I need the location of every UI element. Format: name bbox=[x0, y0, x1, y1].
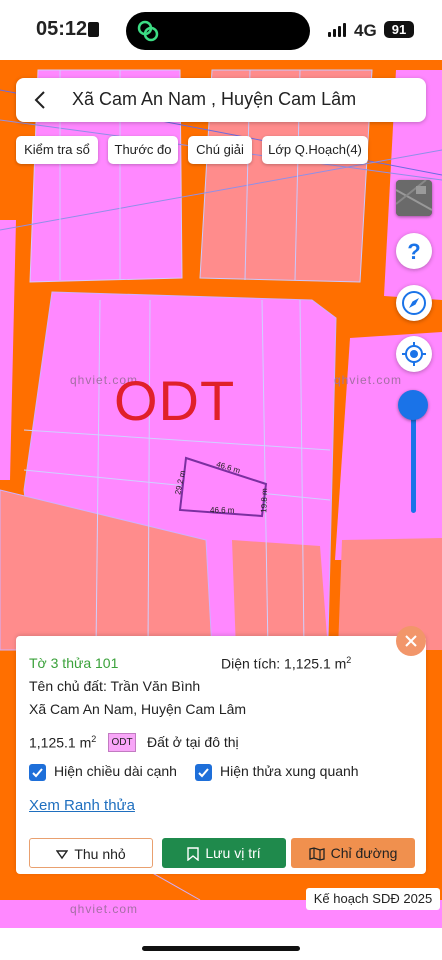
dimension-right: 19.8 m bbox=[259, 488, 270, 513]
status-time: 05:12 bbox=[36, 18, 88, 40]
compass-button[interactable] bbox=[396, 285, 432, 321]
plot-id: Tờ 3 thửa 101 bbox=[29, 655, 119, 671]
map-icon bbox=[308, 847, 325, 861]
compass-icon bbox=[402, 291, 426, 315]
show-neighbors-checkbox[interactable] bbox=[195, 764, 212, 781]
land-area-unit-sup: 2 bbox=[91, 734, 97, 744]
my-location-button[interactable] bbox=[396, 336, 432, 372]
save-location-button[interactable]: Lưu vị trí bbox=[162, 838, 286, 868]
directions-label: Chỉ đường bbox=[330, 845, 398, 861]
status-bar: 05:12 4G 91 bbox=[0, 0, 442, 60]
shrink-label: Thu nhỏ bbox=[74, 846, 126, 862]
owner-name: Tên chủ đất: Trần Văn Bình bbox=[29, 678, 201, 694]
dynamic-island bbox=[126, 12, 310, 50]
bookmark-icon bbox=[187, 847, 200, 862]
land-type: Đất ở tại đô thị bbox=[147, 734, 239, 750]
zone-label: ODT bbox=[114, 369, 236, 432]
watermark-2: qhviet.com bbox=[334, 373, 403, 387]
plot-address: Xã Cam An Nam, Huyện Cam Lâm bbox=[29, 701, 247, 717]
plot-area: Diện tích: 1,125.1 m2 bbox=[221, 655, 351, 672]
planning-layers-button[interactable]: Lớp Q.Hoạch(4) bbox=[262, 136, 368, 164]
land-code-badge: ODT bbox=[108, 733, 136, 752]
satellite-icon bbox=[396, 180, 432, 216]
question-icon: ? bbox=[407, 239, 420, 264]
shrink-button[interactable]: Thu nhỏ bbox=[29, 838, 153, 868]
plan-year-label[interactable]: Kế hoạch SDĐ 2025 bbox=[306, 888, 440, 910]
directions-button[interactable]: Chỉ đường bbox=[291, 838, 415, 868]
checkmark-icon bbox=[198, 768, 209, 778]
satellite-layer-thumbnail[interactable] bbox=[396, 180, 432, 216]
chevron-down-icon bbox=[56, 850, 69, 860]
save-location-label: Lưu vị trí bbox=[205, 845, 261, 861]
land-area-number: 1,125.1 m bbox=[29, 734, 92, 751]
show-neighbors-label[interactable]: Hiện thửa xung quanh bbox=[220, 763, 359, 779]
close-icon bbox=[405, 635, 417, 647]
dimension-bottom: 46.6 m bbox=[210, 506, 235, 515]
close-panel-button[interactable] bbox=[396, 626, 426, 656]
legend-button[interactable]: Chú giải bbox=[188, 136, 252, 164]
show-edge-length-checkbox[interactable] bbox=[29, 764, 46, 781]
ruler-button[interactable]: Thước đo bbox=[108, 136, 178, 164]
opacity-slider-track[interactable] bbox=[411, 405, 416, 513]
land-area-value: 1,125.1 m2 bbox=[29, 734, 96, 751]
opacity-slider-knob[interactable] bbox=[398, 390, 428, 420]
location-header[interactable]: Xã Cam An Nam , Huyện Cam Lâm bbox=[16, 78, 426, 122]
plot-area-unit-sup: 2 bbox=[346, 655, 352, 665]
app-link-icon bbox=[137, 20, 159, 42]
crosshair-icon bbox=[402, 342, 426, 366]
network-type: 4G bbox=[354, 21, 377, 40]
id-card-icon bbox=[88, 22, 99, 37]
watermark-3: qhviet.com bbox=[70, 902, 139, 916]
back-arrow-icon[interactable] bbox=[26, 86, 54, 114]
plot-area-label: Diện tích: 1,125.1 m bbox=[221, 655, 347, 672]
view-boundary-link[interactable]: Xem Ranh thửa bbox=[29, 797, 135, 814]
location-title: Xã Cam An Nam , Huyện Cam Lâm bbox=[72, 89, 357, 109]
home-indicator[interactable] bbox=[142, 946, 300, 951]
check-book-button[interactable]: Kiểm tra sổ bbox=[16, 136, 98, 164]
show-edge-length-label[interactable]: Hiện chiều dài cạnh bbox=[54, 763, 177, 779]
svg-text:?: ? bbox=[407, 239, 420, 264]
checkmark-icon bbox=[32, 768, 43, 778]
battery-indicator: 91 bbox=[384, 21, 414, 38]
signal-icon bbox=[328, 23, 348, 37]
home-area bbox=[0, 928, 442, 960]
help-button[interactable]: ? bbox=[396, 233, 432, 269]
